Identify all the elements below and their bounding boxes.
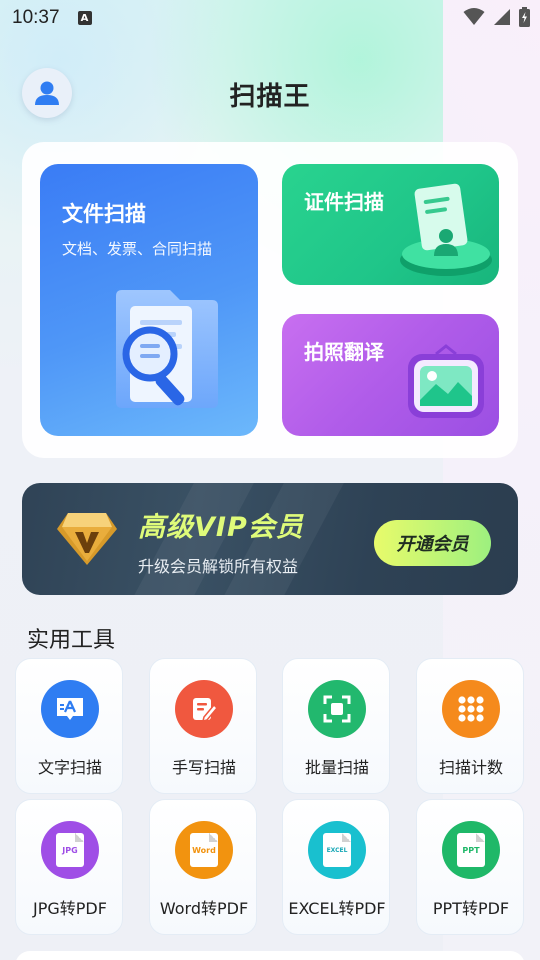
tool-handwriting-scan[interactable]: 手写扫描: [149, 658, 257, 794]
count-grid-icon: [442, 680, 500, 738]
diamond-icon: [57, 513, 117, 565]
ppt-file-icon: PPT: [442, 821, 500, 879]
photo-translate-title: 拍照翻译: [304, 340, 384, 364]
notification-icon: A: [77, 11, 92, 25]
vip-banner[interactable]: 高级VIP会员 升级会员解锁所有权益 开通会员: [22, 483, 518, 595]
tool-batch-scan[interactable]: 批量扫描: [282, 658, 390, 794]
tool-ppt-to-pdf[interactable]: PPT PPT转PDF: [416, 799, 524, 935]
bottom-card-peek: [15, 951, 525, 960]
id-card-icon: [400, 183, 492, 276]
vip-title: 高级VIP会员: [138, 512, 304, 543]
excel-file-text: EXCEL: [323, 833, 351, 867]
status-icons: [463, 7, 530, 27]
tool-label: EXCEL转PDF: [288, 899, 386, 918]
id-scan-title: 证件扫描: [304, 190, 384, 214]
tool-jpg-to-pdf[interactable]: JPG JPG转PDF: [15, 799, 123, 935]
tools-section-title: 实用工具: [27, 628, 116, 653]
page-title: 扫描王: [229, 82, 311, 112]
document-search-icon: [116, 290, 218, 408]
excel-file-icon: EXCEL: [308, 821, 366, 879]
tool-label: 手写扫描: [171, 758, 236, 777]
handwriting-icon: [175, 680, 233, 738]
document-scan-card[interactable]: 文件扫描 文档、发票、合同扫描: [40, 164, 258, 436]
status-time: 10:37: [12, 7, 60, 28]
jpg-file-text: JPG: [56, 833, 84, 867]
word-file-text: Word: [190, 833, 218, 867]
tool-scan-count[interactable]: 扫描计数: [416, 658, 524, 794]
wifi-icon: [463, 8, 485, 25]
status-bar: 10:37 A: [0, 0, 540, 36]
document-scan-subtitle: 文档、发票、合同扫描: [62, 240, 213, 258]
tool-label: JPG转PDF: [33, 899, 107, 918]
app-header: 扫描王: [0, 66, 540, 120]
tool-word-to-pdf[interactable]: Word Word转PDF: [149, 799, 257, 935]
word-file-icon: Word: [175, 821, 233, 879]
picture-icon: [408, 344, 484, 418]
vip-subtitle: 升级会员解锁所有权益: [138, 557, 299, 576]
battery-icon: [519, 7, 530, 27]
tool-label: 批量扫描: [304, 758, 369, 777]
batch-scan-icon: [308, 680, 366, 738]
tool-label: PPT转PDF: [432, 899, 510, 918]
tool-label: 文字扫描: [37, 758, 102, 777]
tool-label: 扫描计数: [438, 758, 503, 777]
scan-panel: 文件扫描 文档、发票、合同扫描 证件扫描 拍照翻译: [22, 142, 518, 458]
tool-excel-to-pdf[interactable]: EXCEL EXCEL转PDF: [282, 799, 390, 935]
document-scan-title: 文件扫描: [62, 202, 146, 226]
signal-icon: [494, 9, 510, 25]
id-scan-card[interactable]: 证件扫描: [282, 164, 499, 285]
photo-translate-card[interactable]: 拍照翻译: [282, 314, 499, 436]
tool-text-scan[interactable]: 文字扫描: [15, 658, 123, 794]
jpg-file-icon: JPG: [41, 821, 99, 879]
tool-label: Word转PDF: [159, 899, 249, 918]
ppt-file-text: PPT: [457, 833, 485, 867]
open-vip-button[interactable]: 开通会员: [374, 520, 491, 566]
text-scan-icon: [41, 680, 99, 738]
